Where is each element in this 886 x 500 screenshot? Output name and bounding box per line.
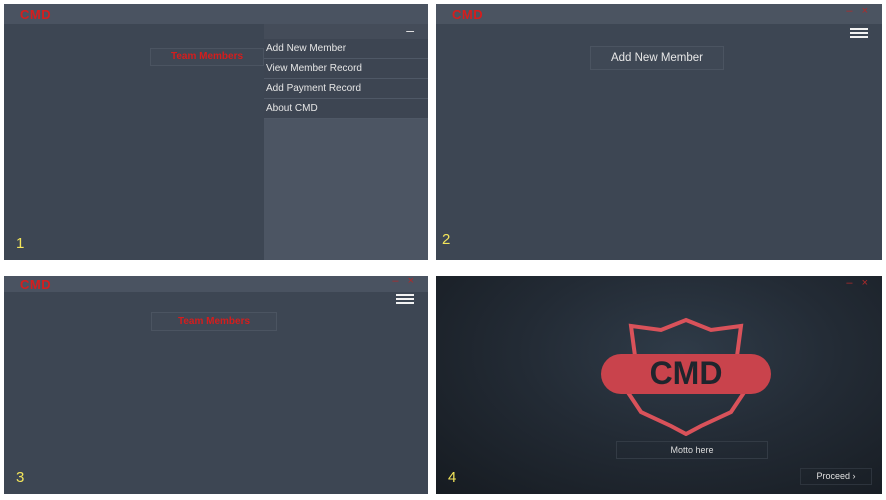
team-members-button[interactable]: Team Members (150, 48, 264, 66)
screen-2-add-member: CMD – × Add New Member 2 (436, 4, 882, 260)
close-icon[interactable]: × (408, 276, 414, 287)
menu-item-about-cmd[interactable]: About CMD (264, 99, 428, 119)
menu-item-view-member-record[interactable]: View Member Record (264, 59, 428, 79)
close-icon[interactable]: × (862, 5, 868, 17)
title-bar: CMD – × (436, 4, 882, 24)
screen-3-team-members: CMD – × Team Members 3 (4, 276, 428, 494)
app-title: CMD (20, 7, 52, 22)
screen-1-menu-open: CMD Team Members – Add New Member View M… (4, 4, 428, 260)
screen-4-splash: – × CMD Motto here Proceed › 4 (436, 276, 882, 494)
close-icon[interactable]: × (862, 277, 868, 289)
menu-item-add-new-member[interactable]: Add New Member (264, 39, 428, 59)
team-members-button[interactable]: Team Members (151, 312, 277, 331)
collapse-icon[interactable]: – (406, 22, 414, 38)
app-title: CMD (20, 277, 52, 292)
drawer-header: – (264, 22, 428, 39)
add-new-member-button[interactable]: Add New Member (590, 46, 724, 70)
step-number: 3 (16, 469, 25, 486)
window-controls: – × (840, 277, 868, 289)
minimize-icon[interactable]: – (392, 276, 398, 287)
minimize-icon[interactable]: – (846, 277, 852, 289)
logo-text: CMD (650, 355, 723, 391)
hamburger-menu-icon[interactable] (396, 294, 414, 304)
title-bar: CMD (4, 4, 428, 24)
step-number: 1 (16, 235, 25, 252)
app-title: CMD (452, 7, 484, 22)
window-controls: – × (386, 276, 414, 287)
title-bar: CMD – × (4, 276, 428, 292)
side-menu-drawer: – Add New Member View Member Record Add … (264, 22, 428, 260)
proceed-button[interactable]: Proceed › (800, 468, 872, 485)
minimize-icon[interactable]: – (846, 5, 852, 17)
cmd-logo: CMD (601, 317, 771, 436)
motto-text: Motto here (616, 441, 768, 459)
window-controls: – × (840, 5, 868, 17)
step-number: 4 (448, 469, 457, 486)
hamburger-menu-icon[interactable] (850, 28, 868, 38)
title-bar: – × (436, 276, 882, 296)
step-number: 2 (442, 231, 451, 248)
menu-item-add-payment-record[interactable]: Add Payment Record (264, 79, 428, 99)
